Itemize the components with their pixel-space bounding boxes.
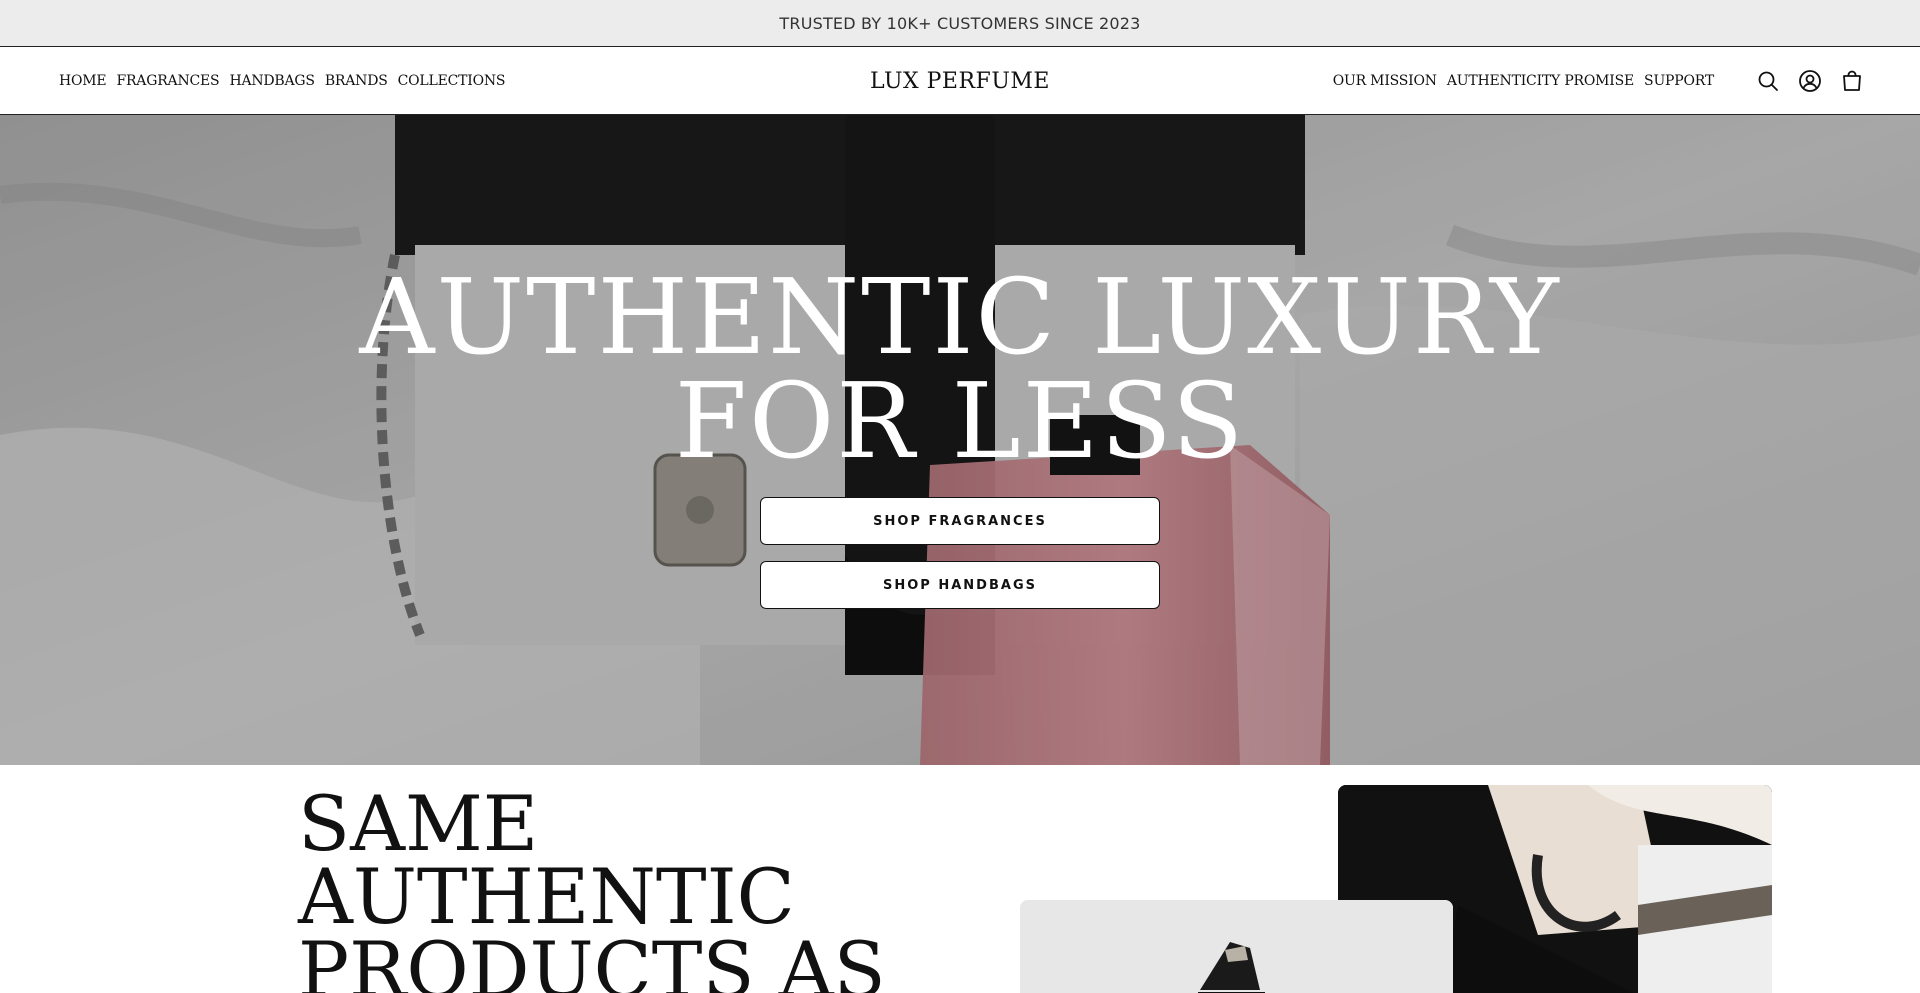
nav-brands[interactable]: BRANDS (325, 73, 388, 89)
nav-our-mission[interactable]: OUR MISSION (1333, 73, 1437, 89)
cart-icon[interactable] (1840, 69, 1864, 93)
primary-nav: HOME FRAGRANCES HANDBAGS BRANDS COLLECTI… (59, 47, 506, 115)
search-icon[interactable] (1756, 69, 1780, 93)
shop-fragrances-button[interactable]: SHOP FRAGRANCES (760, 497, 1160, 545)
shop-handbags-button[interactable]: SHOP HANDBAGS (760, 561, 1160, 609)
nav-authenticity-promise[interactable]: AUTHENTICITY PROMISE (1447, 73, 1634, 89)
nav-fragrances[interactable]: FRAGRANCES (116, 73, 219, 89)
hero-heading-line-2: FOR LESS (674, 360, 1246, 482)
nav-collections[interactable]: COLLECTIONS (398, 73, 506, 89)
announcement-text: TRUSTED BY 10K+ CUSTOMERS SINCE 2023 (779, 13, 1141, 33)
section-heading-line-2: AUTHENTIC (298, 852, 795, 941)
account-icon[interactable] (1798, 69, 1822, 93)
hero-banner: AUTHENTIC LUXURY FOR LESS SHOP FRAGRANCE… (0, 115, 1920, 765)
nav-handbags[interactable]: HANDBAGS (229, 73, 315, 89)
announcement-bar: TRUSTED BY 10K+ CUSTOMERS SINCE 2023 (0, 0, 1920, 47)
product-image-shoe (1020, 900, 1453, 993)
secondary-nav: OUR MISSION AUTHENTICITY PROMISE SUPPORT (1333, 47, 1714, 115)
hero-heading: AUTHENTIC LUXURY FOR LESS (0, 265, 1920, 473)
section-heading: SAME AUTHENTIC PRODUCTS AS (298, 779, 886, 993)
hero-heading-line-1: AUTHENTIC LUXURY (359, 256, 1561, 378)
nav-support[interactable]: SUPPORT (1644, 73, 1714, 89)
site-header: HOME FRAGRANCES HANDBAGS BRANDS COLLECTI… (0, 47, 1920, 115)
authenticity-section: SAME AUTHENTIC PRODUCTS AS (0, 765, 1920, 993)
section-heading-line-3: PRODUCTS AS (298, 925, 886, 993)
site-logo[interactable]: LUX PERFUME (870, 69, 1050, 94)
nav-home[interactable]: HOME (59, 73, 107, 89)
section-heading-line-1: SAME (298, 779, 539, 868)
header-icons (1756, 47, 1864, 115)
